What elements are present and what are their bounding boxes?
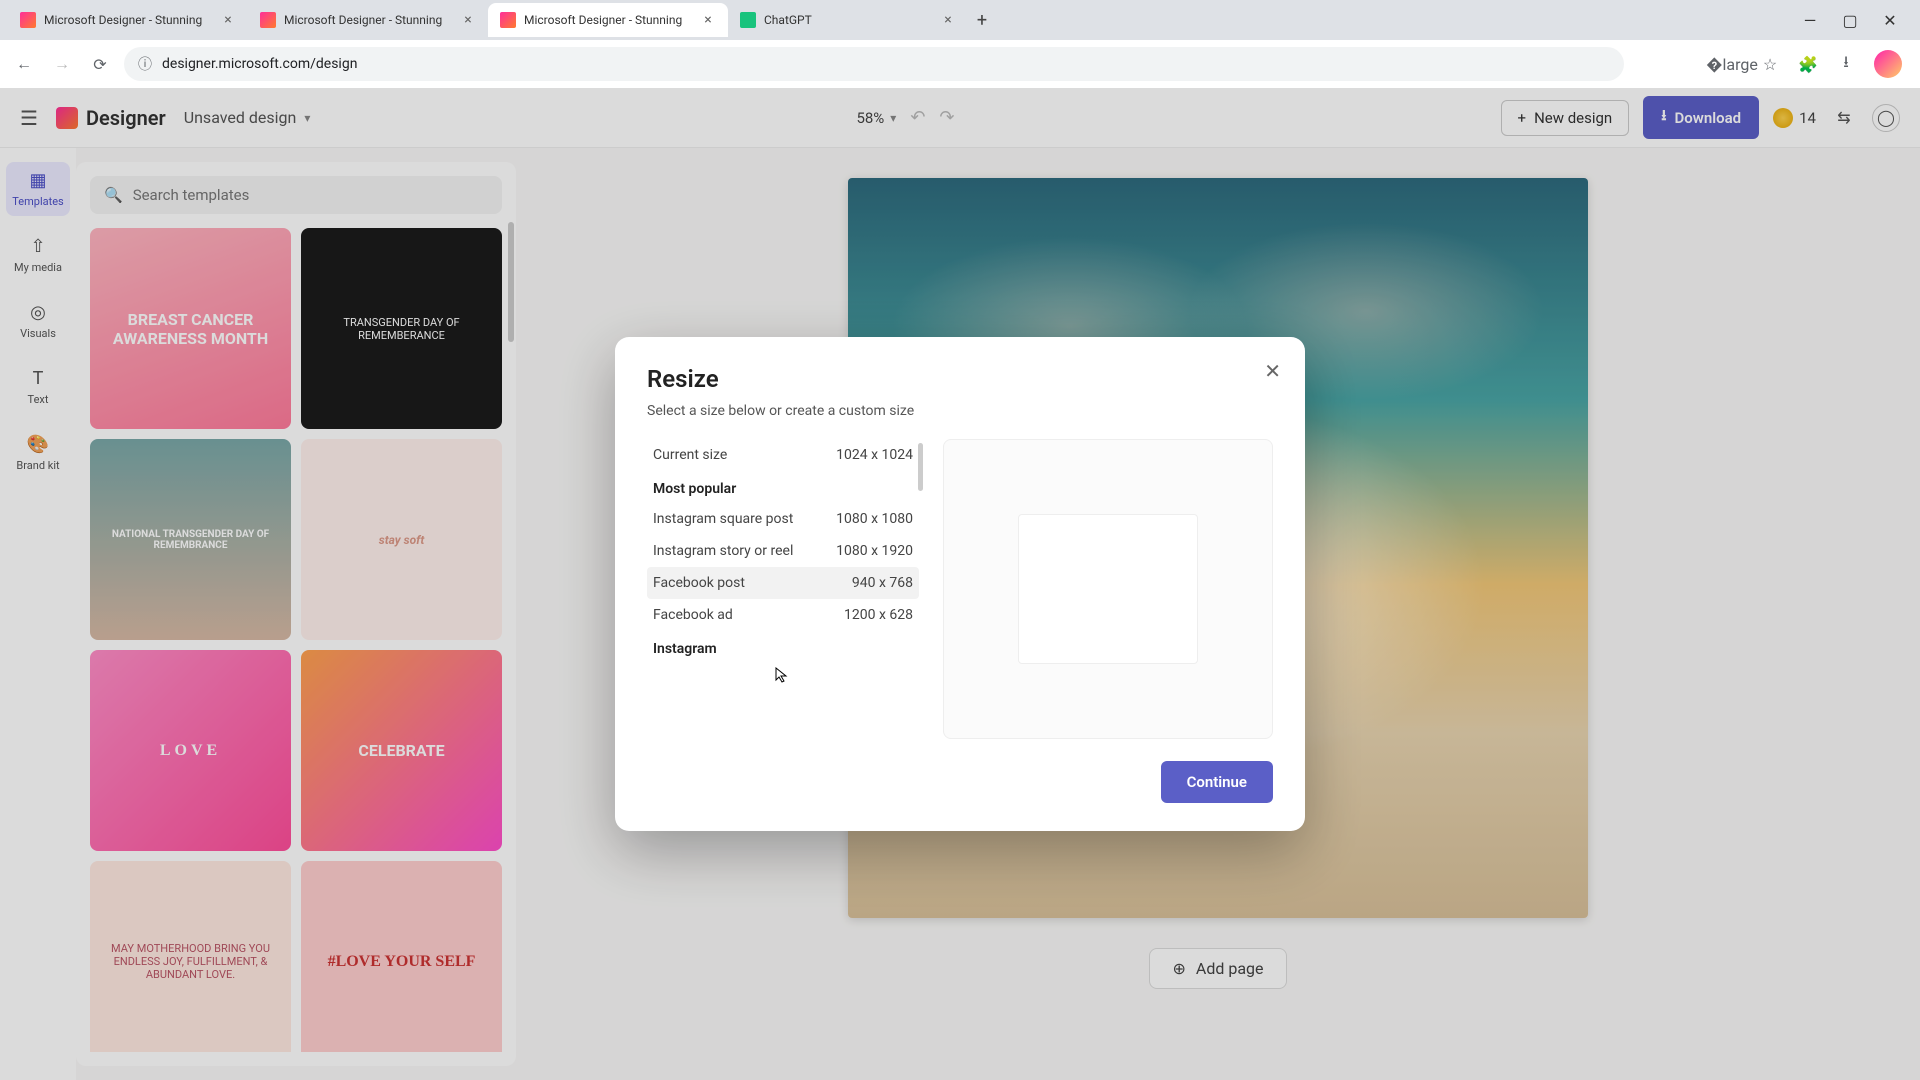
size-option-current[interactable]: Current size 1024 x 1024	[647, 439, 919, 471]
bookmark-icon[interactable]: ☆	[1760, 54, 1780, 74]
install-icon[interactable]: �large	[1722, 54, 1742, 74]
size-label: Instagram square post	[653, 511, 793, 527]
maximize-icon[interactable]: ▢	[1840, 11, 1860, 30]
close-icon[interactable]: ×	[940, 12, 956, 28]
favicon-icon	[20, 12, 36, 28]
browser-tab[interactable]: Microsoft Designer - Stunning ×	[8, 3, 248, 37]
modal-subtitle: Select a size below or create a custom s…	[647, 403, 1273, 419]
size-preview	[943, 439, 1273, 739]
tab-title: Microsoft Designer - Stunning	[284, 13, 452, 27]
size-option-facebook-ad[interactable]: Facebook ad 1200 x 628	[647, 599, 919, 631]
continue-button[interactable]: Continue	[1161, 761, 1273, 803]
modal-overlay[interactable]: Resize ✕ Select a size below or create a…	[0, 88, 1920, 1080]
close-button[interactable]: ✕	[1264, 359, 1281, 383]
app: ☰ Designer Unsaved design ▾ 58% ▾ ↶ ↷ + …	[0, 88, 1920, 1080]
close-icon[interactable]: ×	[700, 12, 716, 28]
size-list: Current size 1024 x 1024 Most popular In…	[647, 439, 919, 739]
window-controls: ― ▢ ✕	[1800, 11, 1912, 30]
preview-rect	[1018, 514, 1198, 664]
scrollbar[interactable]	[918, 443, 923, 491]
close-icon[interactable]: ×	[220, 12, 236, 28]
size-value: 940 x 768	[852, 575, 913, 591]
browser-chrome: Microsoft Designer - Stunning × Microsof…	[0, 0, 1920, 88]
downloads-icon[interactable]: ⭳	[1836, 54, 1856, 74]
minimize-icon[interactable]: ―	[1800, 11, 1820, 30]
size-label: Current size	[653, 447, 727, 463]
size-option-instagram-story[interactable]: Instagram story or reel 1080 x 1920	[647, 535, 919, 567]
url-input[interactable]: ⓘ designer.microsoft.com/design	[124, 47, 1624, 81]
tab-bar: Microsoft Designer - Stunning × Microsof…	[0, 0, 1920, 40]
size-section-header: Most popular	[647, 471, 919, 503]
browser-tab[interactable]: ChatGPT ×	[728, 3, 968, 37]
browser-tab[interactable]: Microsoft Designer - Stunning ×	[248, 3, 488, 37]
size-section-header: Instagram	[647, 631, 919, 663]
tab-title: ChatGPT	[764, 13, 932, 27]
modal-title: Resize	[647, 365, 1273, 393]
back-button[interactable]: ←	[10, 50, 38, 78]
tab-title: Microsoft Designer - Stunning	[524, 13, 692, 27]
browser-tab-active[interactable]: Microsoft Designer - Stunning ×	[488, 3, 728, 37]
size-label: Instagram story or reel	[653, 543, 793, 559]
new-tab-button[interactable]: +	[968, 6, 996, 34]
close-window-icon[interactable]: ✕	[1880, 11, 1900, 30]
reload-button[interactable]: ⟳	[86, 50, 114, 78]
extensions-icon[interactable]: 🧩	[1798, 54, 1818, 74]
size-value: 1080 x 1080	[836, 511, 913, 527]
size-option-facebook-post[interactable]: Facebook post 940 x 768	[647, 567, 919, 599]
favicon-icon	[260, 12, 276, 28]
size-value: 1024 x 1024	[836, 447, 913, 463]
favicon-icon	[500, 12, 516, 28]
address-bar: ← → ⟳ ⓘ designer.microsoft.com/design �l…	[0, 40, 1920, 88]
resize-modal: Resize ✕ Select a size below or create a…	[615, 337, 1305, 831]
profile-avatar[interactable]	[1874, 50, 1902, 78]
site-info-icon[interactable]: ⓘ	[138, 54, 152, 74]
size-value: 1080 x 1920	[836, 543, 913, 559]
size-option-instagram-square[interactable]: Instagram square post 1080 x 1080	[647, 503, 919, 535]
size-label: Facebook post	[653, 575, 745, 591]
url-text: designer.microsoft.com/design	[162, 56, 357, 72]
favicon-icon	[740, 12, 756, 28]
tab-title: Microsoft Designer - Stunning	[44, 13, 212, 27]
forward-button[interactable]: →	[48, 50, 76, 78]
size-value: 1200 x 628	[844, 607, 913, 623]
size-label: Facebook ad	[653, 607, 733, 623]
close-icon[interactable]: ×	[460, 12, 476, 28]
